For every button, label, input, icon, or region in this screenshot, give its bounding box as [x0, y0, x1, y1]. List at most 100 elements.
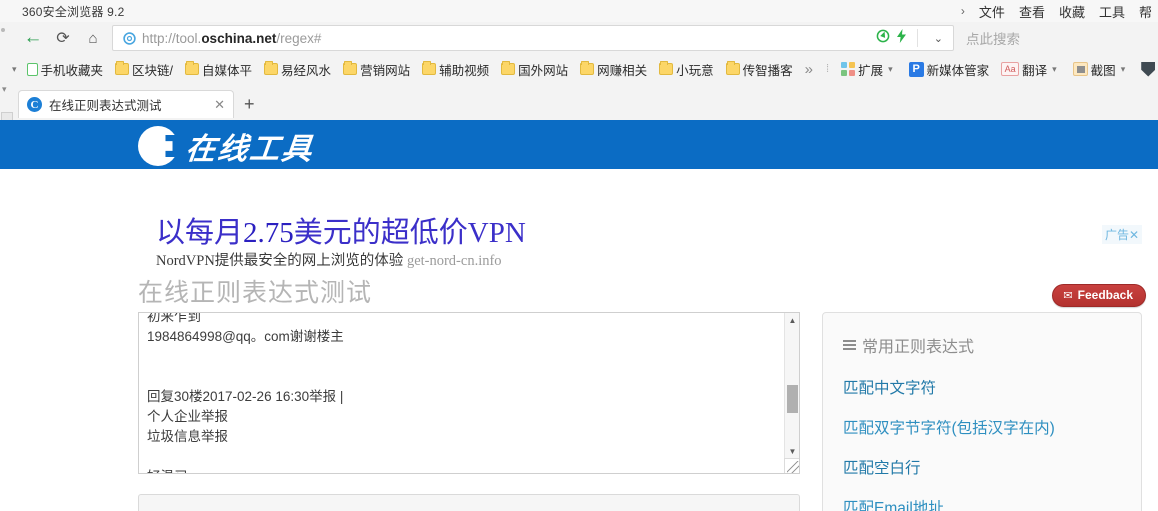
regex-link-double-byte[interactable]: 匹配双字节字符(包括汉字在内)	[843, 409, 1133, 449]
strip-caret-icon[interactable]: ▾	[2, 84, 7, 95]
toolbar-grip-icon[interactable]: ⁞	[819, 63, 835, 75]
common-regex-panel: 常用正则表达式 匹配中文字符 匹配双字节字符(包括汉字在内) 匹配空白行 匹配E…	[822, 312, 1142, 511]
ad-domain: get-nord-cn.info	[406, 253, 502, 269]
fx-shield-icon	[1141, 61, 1156, 77]
shield-green-icon[interactable]	[876, 29, 890, 48]
folder-icon	[580, 61, 595, 75]
scroll-up-icon[interactable]: ▲	[785, 313, 799, 328]
browser-titlebar: 360安全浏览器 9.2 › 文件 查看 收藏 工具 帮	[0, 0, 1158, 22]
site-header: 在线工具	[0, 120, 1158, 169]
menu-item-view[interactable]: 查看	[1019, 2, 1045, 21]
toolbar-label: 新媒体管家	[926, 63, 990, 78]
bookmark-item-video[interactable]: 辅助视频	[416, 58, 495, 80]
menu-item-help[interactable]: 帮	[1139, 2, 1152, 21]
bookmark-item-selfmedia[interactable]: 自媒体平	[179, 58, 258, 80]
toolbar-item-xinmeiti[interactable]: P 新媒体管家	[903, 58, 996, 80]
tab-favicon-icon: C	[27, 97, 42, 112]
scrollbar-thumb[interactable]	[787, 385, 798, 413]
logo-c-icon	[138, 126, 178, 166]
ad-close-badge[interactable]: 广告✕	[1101, 225, 1142, 244]
regex-link-list: 匹配中文字符 匹配双字节字符(包括汉字在内) 匹配空白行 匹配Email地址	[843, 369, 1133, 511]
bookmark-label: 自媒体平	[202, 63, 253, 78]
bookmarks-bar: ▾ 手机收藏夹 区块链/ 自媒体平 易经风水 营销网站 辅助视频 国外网站 网赚…	[0, 54, 1158, 84]
folder-icon	[659, 61, 674, 75]
bookmark-item-marketing[interactable]: 营销网站	[337, 58, 416, 80]
bookmark-label: 区块链/	[132, 63, 174, 78]
bookmark-label: 传智播客	[742, 63, 793, 78]
bookmark-item-blockchain[interactable]: 区块链/	[109, 58, 179, 80]
folder-icon	[115, 61, 130, 75]
bookmarks-overflow-icon[interactable]: »	[799, 61, 819, 78]
screenshot-icon	[1072, 62, 1088, 76]
tab-strip: C 在线正则表达式测试 ✕ +	[0, 84, 1158, 118]
folder-icon	[725, 61, 740, 75]
window-menubar: › 文件 查看 收藏 工具 帮	[961, 0, 1152, 22]
extensions-icon	[841, 62, 856, 76]
toolbar-item-extensions[interactable]: 扩展 ▾	[835, 58, 903, 80]
menu-item-favorites[interactable]: 收藏	[1059, 2, 1085, 21]
regex-test-textarea[interactable]: 初来乍到 1984864998@qq。com谢谢楼主 回复30楼2017-02-…	[138, 312, 800, 474]
toolbar-label: 扩展	[858, 63, 884, 78]
toolbar-extensions: ⁞ 扩展 ▾ P 新媒体管家 Aa 翻译 ▾ 截图 ▾	[819, 58, 1158, 80]
search-input[interactable]: 点此搜索	[956, 25, 1158, 51]
chevron-down-icon[interactable]: ▾	[886, 64, 897, 75]
globe-icon	[118, 27, 140, 49]
reload-button[interactable]: ⟳	[48, 25, 78, 51]
panel-title-text: 常用正则表达式	[862, 339, 975, 356]
address-bar-icons: ⌄	[876, 28, 953, 48]
panel-title: 常用正则表达式	[843, 333, 974, 357]
folder-icon	[501, 61, 516, 75]
textarea-value[interactable]: 初来乍到 1984864998@qq。com谢谢楼主 回复30楼2017-02-…	[147, 313, 777, 473]
url-scheme: http://	[142, 30, 176, 46]
ad-price: 2.75	[243, 217, 294, 249]
ad-headline: 以每月2.75美元的超低价VPN	[156, 209, 526, 251]
tab-regex-tester[interactable]: C 在线正则表达式测试 ✕	[18, 90, 234, 118]
regex-input-panel[interactable]	[138, 494, 800, 511]
page-title: 在线正则表达式测试	[138, 279, 373, 307]
new-tab-button[interactable]: +	[234, 94, 265, 118]
folder-icon	[185, 61, 200, 75]
url-host: oschina.net	[201, 30, 277, 46]
page-viewport: 在线工具 以每月2.75美元的超低价VPN NordVPN提供最安全的网上浏览的…	[0, 120, 1158, 511]
bookmark-label: 营销网站	[360, 63, 411, 78]
scroll-down-icon[interactable]: ▼	[785, 444, 799, 459]
browser-navbar: ← ⟳ ⌂ http://tool.oschina.net/regex# ⌄ 点…	[0, 22, 1158, 54]
chevron-down-icon[interactable]: ⌄	[928, 32, 949, 45]
menu-overflow-chevron-icon[interactable]: ›	[961, 4, 965, 18]
bookmark-item-gadgets[interactable]: 小玩意	[653, 58, 720, 80]
bookmark-label: 网赚相关	[597, 63, 648, 78]
regex-link-email[interactable]: 匹配Email地址	[843, 489, 1133, 511]
toolbar-item-fx[interactable]: FX	[1135, 58, 1158, 80]
toolbar-label: 截图	[1090, 63, 1116, 78]
site-logo[interactable]: 在线工具	[138, 124, 315, 168]
lightning-green-icon[interactable]	[896, 28, 907, 48]
home-button[interactable]: ⌂	[78, 25, 108, 51]
envelope-icon: ✉	[1063, 289, 1073, 302]
advertisement[interactable]: 以每月2.75美元的超低价VPN NordVPN提供最安全的网上浏览的体验 ge…	[0, 169, 1158, 269]
textarea-scrollbar[interactable]: ▲ ▼	[784, 313, 799, 473]
bookmark-item-fengshui[interactable]: 易经风水	[258, 58, 337, 80]
back-button[interactable]: ←	[18, 25, 48, 51]
menu-item-file[interactable]: 文件	[979, 2, 1005, 21]
textarea-resize-handle[interactable]	[784, 458, 799, 473]
bookmark-item-chuanzhi[interactable]: 传智播客	[720, 58, 799, 80]
bookmark-item-wangzhuan[interactable]: 网赚相关	[574, 58, 653, 80]
chevron-down-icon[interactable]: ▾	[1050, 64, 1061, 75]
chevron-down-icon[interactable]: ▾	[1119, 64, 1130, 75]
address-bar[interactable]: http://tool.oschina.net/regex# ⌄	[112, 25, 954, 51]
tab-close-icon[interactable]: ✕	[214, 97, 225, 113]
bookmark-item-overseas[interactable]: 国外网站	[495, 58, 574, 80]
ad-subline: NordVPN提供最安全的网上浏览的体验 get-nord-cn.info	[156, 249, 502, 270]
regex-link-chinese[interactable]: 匹配中文字符	[843, 369, 1133, 409]
regex-link-blank-line[interactable]: 匹配空白行	[843, 449, 1133, 489]
menu-item-tools[interactable]: 工具	[1099, 2, 1125, 21]
feedback-button[interactable]: ✉ Feedback	[1052, 284, 1146, 307]
ad-headline-post: 美元的超低价VPN	[293, 217, 526, 249]
bookmark-item-mobile-favorites[interactable]: 手机收藏夹	[21, 58, 110, 80]
ad-subline-text: NordVPN提供最安全的网上浏览的体验	[156, 253, 404, 269]
toolbar-item-screenshot[interactable]: 截图 ▾	[1067, 58, 1136, 80]
toolbar-label: 翻译	[1022, 63, 1048, 78]
toolbar-item-translate[interactable]: Aa 翻译 ▾	[995, 58, 1067, 80]
list-icon	[843, 339, 856, 351]
address-bar-url[interactable]: http://tool.oschina.net/regex#	[140, 31, 876, 46]
